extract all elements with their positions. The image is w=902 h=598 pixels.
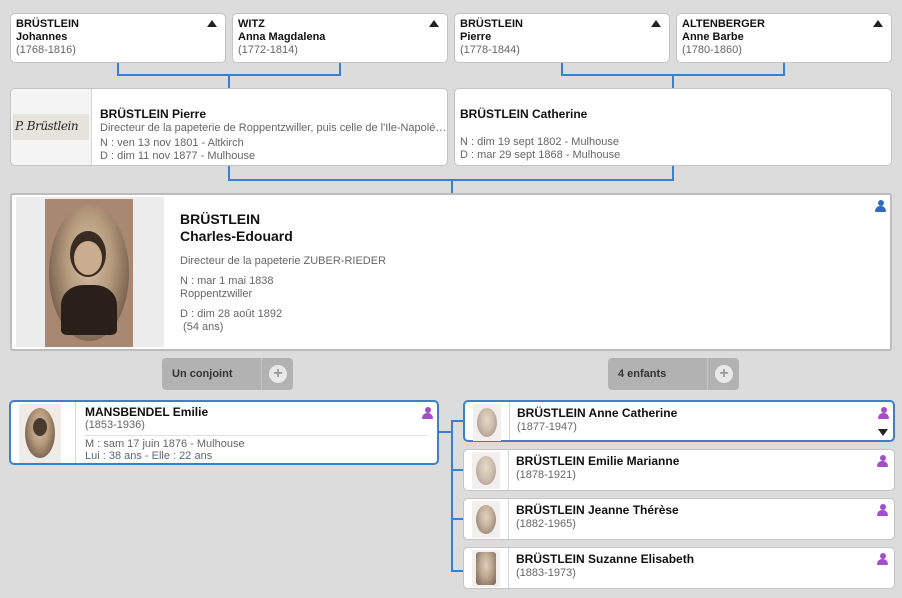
grandparent-surname: BRÜSTLEIN — [460, 18, 523, 30]
spouse-toggle-button[interactable]: Un conjoint + — [162, 358, 293, 390]
signature-image: P. Brüstlein — [11, 89, 91, 165]
expand-up-icon[interactable] — [207, 20, 217, 27]
child-lifespan: (1877-1947) — [517, 421, 577, 433]
child-card-3[interactable]: BRÜSTLEIN Jeanne Thérèse (1882-1965) — [463, 498, 895, 540]
expand-up-icon[interactable] — [429, 20, 439, 27]
female-person-icon[interactable] — [877, 553, 888, 565]
mother-death: D : mar 29 sept 1868 - Mulhouse — [460, 149, 621, 161]
spouse-card[interactable]: MANSBENDEL Emilie (1853-1936) M : sam 17… — [9, 400, 439, 465]
spouse-portrait — [19, 404, 61, 463]
grandparent-lifespan: (1780-1860) — [682, 44, 742, 56]
grandparent-card-1[interactable]: BRÜSTLEIN Johannes (1768-1816) — [10, 13, 226, 63]
plus-icon[interactable]: + — [269, 365, 287, 383]
father-name: BRÜSTLEIN Pierre — [100, 107, 207, 121]
main-death: D : dim 28 août 1892 — [180, 308, 283, 320]
spouse-name: MANSBENDEL Emilie — [85, 405, 209, 419]
main-given-name: Charles-Edouard — [180, 228, 293, 244]
female-person-icon[interactable] — [422, 407, 433, 419]
child-portrait — [472, 452, 500, 489]
grandparent-given-name: Anna Magdalena — [238, 31, 326, 43]
expand-up-icon[interactable] — [651, 20, 661, 27]
female-person-icon[interactable] — [878, 407, 889, 419]
father-death: D : dim 11 nov 1877 - Mulhouse — [100, 150, 256, 162]
grandparent-given-name: Johannes — [16, 31, 68, 43]
grandparent-given-name: Anne Barbe — [682, 31, 744, 43]
main-age: (54 ans) — [180, 321, 224, 333]
child-portrait — [472, 501, 500, 538]
main-person-portrait — [16, 197, 164, 347]
female-person-icon[interactable] — [877, 504, 888, 516]
male-person-icon[interactable] — [875, 200, 886, 212]
main-occupation: Directeur de la papeterie ZUBER-RIEDER — [180, 255, 387, 267]
child-card-2[interactable]: BRÜSTLEIN Emilie Marianne (1878-1921) — [463, 449, 895, 491]
child-lifespan: (1878-1921) — [516, 469, 576, 481]
grandparent-surname: WITZ — [238, 18, 265, 30]
grandparent-surname: BRÜSTLEIN — [16, 18, 79, 30]
marriage-info: M : sam 17 juin 1876 - Mulhouse — [85, 438, 245, 450]
female-person-icon[interactable] — [877, 455, 888, 467]
grandparent-lifespan: (1772-1814) — [238, 44, 298, 56]
child-portrait — [472, 550, 500, 587]
child-lifespan: (1882-1965) — [516, 518, 576, 530]
father-birth: N : ven 13 nov 1801 - Altkirch — [100, 137, 244, 149]
spouse-count-label: Un conjoint — [172, 368, 233, 380]
expand-down-icon[interactable] — [878, 429, 888, 436]
child-name: BRÜSTLEIN Suzanne Elisabeth — [516, 552, 695, 566]
main-surname: BRÜSTLEIN — [180, 211, 261, 227]
child-card-1[interactable]: BRÜSTLEIN Anne Catherine (1877-1947) — [463, 400, 895, 442]
child-card-4[interactable]: BRÜSTLEIN Suzanne Elisabeth (1883-1973) — [463, 547, 895, 589]
child-portrait — [473, 404, 501, 441]
mother-birth: N : dim 19 sept 1802 - Mulhouse — [460, 136, 619, 148]
grandparent-card-3[interactable]: BRÜSTLEIN Pierre (1778-1844) — [454, 13, 670, 63]
mother-card[interactable]: BRÜSTLEIN Catherine N : dim 19 sept 1802… — [454, 88, 892, 166]
father-card[interactable]: P. Brüstlein BRÜSTLEIN Pierre Directeur … — [10, 88, 448, 166]
grandparent-lifespan: (1768-1816) — [16, 44, 76, 56]
spouse-lifespan: (1853-1936) — [85, 419, 145, 431]
grandparent-card-2[interactable]: WITZ Anna Magdalena (1772-1814) — [232, 13, 448, 63]
child-lifespan: (1883-1973) — [516, 567, 576, 579]
grandparent-lifespan: (1778-1844) — [460, 44, 520, 56]
grandparent-surname: ALTENBERGER — [682, 18, 765, 30]
plus-icon[interactable]: + — [715, 365, 733, 383]
connector-line — [451, 420, 453, 572]
children-count-label: 4 enfants — [618, 368, 667, 380]
main-birth: N : mar 1 mai 1838 — [180, 275, 274, 287]
child-name: BRÜSTLEIN Emilie Marianne — [516, 454, 680, 468]
mother-name: BRÜSTLEIN Catherine — [460, 107, 588, 121]
grandparent-card-4[interactable]: ALTENBERGER Anne Barbe (1780-1860) — [676, 13, 892, 63]
main-birth-place: Roppentzwiller — [180, 288, 253, 300]
connector-line — [228, 74, 230, 88]
grandparent-given-name: Pierre — [460, 31, 492, 43]
connector-line — [672, 74, 674, 88]
child-name: BRÜSTLEIN Jeanne Thérèse — [516, 503, 679, 517]
spouse-ages: Lui : 38 ans - Elle : 22 ans — [85, 450, 213, 462]
expand-up-icon[interactable] — [873, 20, 883, 27]
child-name: BRÜSTLEIN Anne Catherine — [517, 406, 678, 420]
children-toggle-button[interactable]: 4 enfants + — [608, 358, 739, 390]
connector-line — [672, 166, 674, 180]
connector-line — [451, 179, 453, 193]
connector-line — [228, 166, 230, 180]
main-person-card[interactable]: BRÜSTLEIN Charles-Edouard Directeur de l… — [10, 193, 892, 351]
father-occupation: Directeur de la papeterie de Roppentzwil… — [100, 122, 445, 134]
